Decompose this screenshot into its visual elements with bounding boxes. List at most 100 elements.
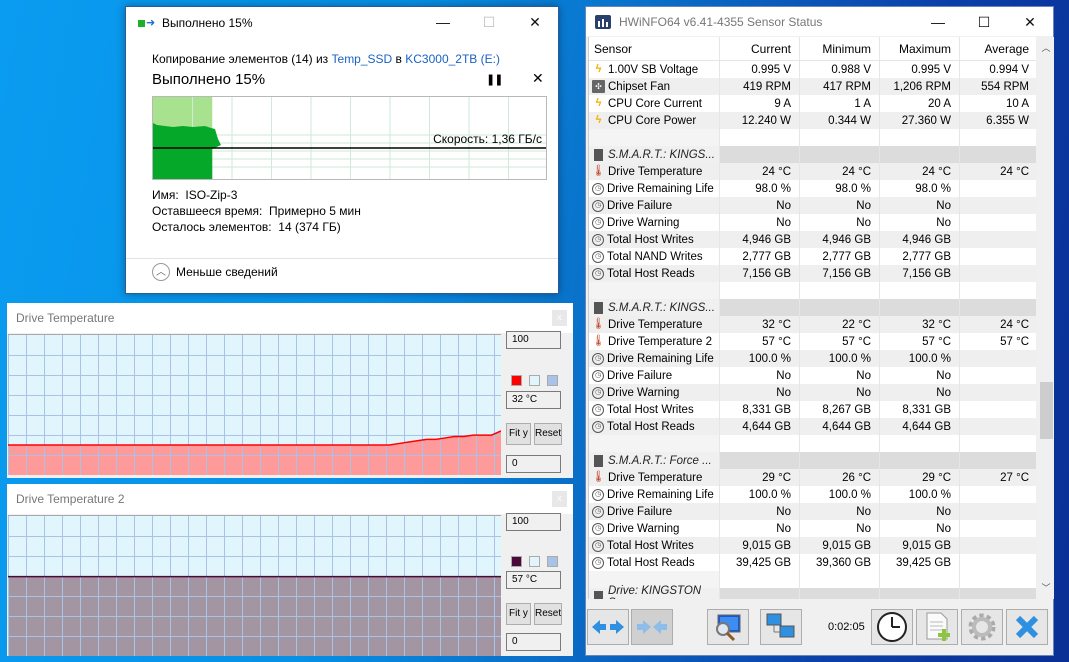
reset-button[interactable]: Reset xyxy=(534,423,562,445)
title-bar: HWiNFO64 v6.41-4355 Sensor Status — ☐ ✕ xyxy=(586,7,1053,36)
average-value: 0.994 V xyxy=(959,61,1036,78)
sensor-row[interactable]: ◷ Drive Failure No No No xyxy=(589,503,1036,520)
sensor-group-row[interactable]: S.M.A.R.T.: KINGS... xyxy=(589,299,1036,316)
column-header-minimum[interactable]: Minimum xyxy=(799,37,879,60)
less-details-button[interactable]: ︿ Меньше сведений xyxy=(152,263,278,281)
close-button[interactable]: ✕ xyxy=(1007,7,1053,37)
scroll-down-icon[interactable]: ﹀ xyxy=(1038,581,1054,597)
minimum-value: 1 A xyxy=(799,95,879,112)
sensor-group-row[interactable]: S.M.A.R.T.: Force ... xyxy=(589,452,1036,469)
minimize-button[interactable]: — xyxy=(915,7,961,37)
sensor-group-row[interactable]: S.M.A.R.T.: KINGS... xyxy=(589,146,1036,163)
current-value xyxy=(719,129,799,146)
graph-title: Drive Temperature xyxy=(16,311,115,325)
maximum-value: 57 °C xyxy=(879,333,959,350)
y-min-field[interactable]: 0 xyxy=(506,633,561,651)
sensor-row[interactable]: ϟ CPU Core Power 12.240 W 0.344 W 27.360 W 6.… xyxy=(589,112,1036,129)
sensor-row[interactable]: ◷ Total Host Writes 8,331 GB 8,267 GB 8,331 … xyxy=(589,401,1036,418)
clock-icon xyxy=(877,612,907,642)
close-button[interactable]: ✕ xyxy=(512,7,558,37)
sensor-row[interactable]: ◷ Drive Failure No No No xyxy=(589,367,1036,384)
minimum-value: 98.0 % xyxy=(799,180,879,197)
sensor-row[interactable]: ✣ Chipset Fan 419 RPM 417 RPM 1,206 RPM 554 R… xyxy=(589,78,1036,95)
destination-link[interactable]: KC3000_2TB (E:) xyxy=(405,52,500,66)
column-header-average[interactable]: Average xyxy=(959,37,1036,60)
sensor-row[interactable]: 🌡 Drive Temperature 32 °C 22 °C 32 °C 24 °C xyxy=(589,316,1036,333)
thermometer-icon: 🌡 xyxy=(591,318,606,330)
average-value: 24 °C xyxy=(959,316,1036,333)
sensor-row[interactable]: ◷ Total Host Reads 4,644 GB 4,644 GB 4,644 G… xyxy=(589,418,1036,435)
minimum-value: 7,156 GB xyxy=(799,265,879,282)
close-icon[interactable]: ✕ xyxy=(532,70,544,87)
pause-icon[interactable]: ❚❚ xyxy=(486,73,503,86)
fit-y-button[interactable]: Fit y xyxy=(506,603,531,625)
sensor-row[interactable]: 🌡 Drive Temperature 24 °C 24 °C 24 °C 24 °C xyxy=(589,163,1036,180)
maximize-button: ☐ xyxy=(482,14,496,30)
y-max-field[interactable]: 100 xyxy=(506,513,561,531)
sensor-row[interactable]: ◷ Drive Remaining Life 100.0 % 100.0 % 100.0… xyxy=(589,350,1036,367)
sensor-row[interactable]: 🌡 Drive Temperature 29 °C 26 °C 29 °C 27 °C xyxy=(589,469,1036,486)
fit-y-button[interactable]: Fit y xyxy=(506,423,531,445)
sensor-row[interactable]: ◷ Drive Remaining Life 100.0 % 100.0 % 100.0… xyxy=(589,486,1036,503)
sensor-row[interactable]: ◷ Drive Failure No No No xyxy=(589,197,1036,214)
graph-title-bar: Drive Temperature xyxy=(7,303,573,333)
column-header-current[interactable]: Current xyxy=(719,37,799,60)
minimum-value: No xyxy=(799,214,879,231)
reset-button[interactable]: Reset xyxy=(534,603,562,625)
grid-color-swatch[interactable] xyxy=(547,375,558,386)
sensor-label: Drive: KINGSTON S... xyxy=(608,584,702,600)
sensor-group-row[interactable]: Drive: KINGSTON S... xyxy=(589,584,1036,600)
divider xyxy=(126,258,558,259)
close-button[interactable] xyxy=(1006,609,1048,645)
reset-timer-button[interactable] xyxy=(871,609,913,645)
scrollbar-thumb[interactable] xyxy=(1040,382,1053,439)
sensor-label: Drive Warning xyxy=(607,216,680,229)
current-value: 98.0 % xyxy=(719,180,799,197)
maximize-button[interactable]: ☐ xyxy=(961,7,1007,37)
scroll-up-icon[interactable]: ︿ xyxy=(1038,41,1054,57)
sensor-row[interactable]: ◷ Total NAND Writes 2,777 GB 2,777 GB 2,777 … xyxy=(589,248,1036,265)
line-color-swatch[interactable] xyxy=(511,375,522,386)
sensor-row[interactable]: ◷ Total Host Reads 7,156 GB 7,156 GB 7,156 G… xyxy=(589,265,1036,282)
background-color-swatch[interactable] xyxy=(529,556,540,567)
average-value xyxy=(959,367,1036,384)
sensor-label: Drive Temperature 2 xyxy=(608,335,712,348)
column-header-maximum[interactable]: Maximum xyxy=(879,37,959,60)
minimize-button[interactable]: — xyxy=(420,7,466,37)
sensor-row[interactable]: ◷ Drive Warning No No No xyxy=(589,520,1036,537)
y-max-field[interactable]: 100 xyxy=(506,331,561,349)
graph-close-button[interactable]: x xyxy=(552,310,567,326)
column-header-sensor[interactable]: Sensor xyxy=(589,37,719,60)
sensor-row[interactable]: ϟ CPU Core Current 9 A1 A 20 A 10 A xyxy=(589,95,1036,112)
background-color-swatch[interactable] xyxy=(529,375,540,386)
grid-color-swatch[interactable] xyxy=(547,556,558,567)
sensor-label: CPU Core Current xyxy=(608,97,702,110)
sensor-row[interactable]: ◷ Total Host Writes 4,946 GB 4,946 GB 4,946 … xyxy=(589,231,1036,248)
sensor-row[interactable]: ◷ Drive Warning No No No xyxy=(589,214,1036,231)
sensor-row[interactable]: 🌡 Drive Temperature 2 57 °C 57 °C 57 °C 57 °C xyxy=(589,333,1036,350)
window-title: Выполнено 15% xyxy=(162,15,253,30)
fan-icon: ✣ xyxy=(592,80,605,93)
sensor-row[interactable]: ϟ 1.00V SB Voltage 0.995 V 0.988 V 0.995 V 0.… xyxy=(589,61,1036,78)
graph-close-button[interactable]: x xyxy=(552,491,567,507)
logging-button[interactable] xyxy=(916,609,958,645)
line-color-swatch[interactable] xyxy=(511,556,522,567)
sensor-row[interactable]: ◷ Drive Warning No No No xyxy=(589,384,1036,401)
sensor-row[interactable]: ◷ Drive Remaining Life 98.0 % 98.0 % 98.0 % xyxy=(589,180,1036,197)
close-x-icon xyxy=(1015,615,1039,639)
average-value xyxy=(959,350,1036,367)
y-min-field[interactable]: 0 xyxy=(506,455,561,473)
sensor-row[interactable]: ◷ Total Host Writes 9,015 GB 9,015 GB 9,015 … xyxy=(589,537,1036,554)
average-value: 57 °C xyxy=(959,333,1036,350)
remote-button[interactable] xyxy=(760,609,802,645)
sensor-row[interactable]: ◷ Total Host Reads 39,425 GB 39,360 GB 39,42… xyxy=(589,554,1036,571)
network-monitor-button[interactable] xyxy=(707,609,749,645)
expand-columns-button[interactable] xyxy=(587,609,629,645)
name-value: ISO-Zip-3 xyxy=(185,188,238,202)
current-value: 9,015 GB xyxy=(719,537,799,554)
settings-button[interactable] xyxy=(961,609,1003,645)
sensor-label: Total NAND Writes xyxy=(607,250,703,263)
minimum-value: 100.0 % xyxy=(799,486,879,503)
source-link[interactable]: Temp_SSD xyxy=(332,52,393,66)
vertical-scrollbar[interactable]: ︿ ﹀ xyxy=(1038,37,1054,599)
